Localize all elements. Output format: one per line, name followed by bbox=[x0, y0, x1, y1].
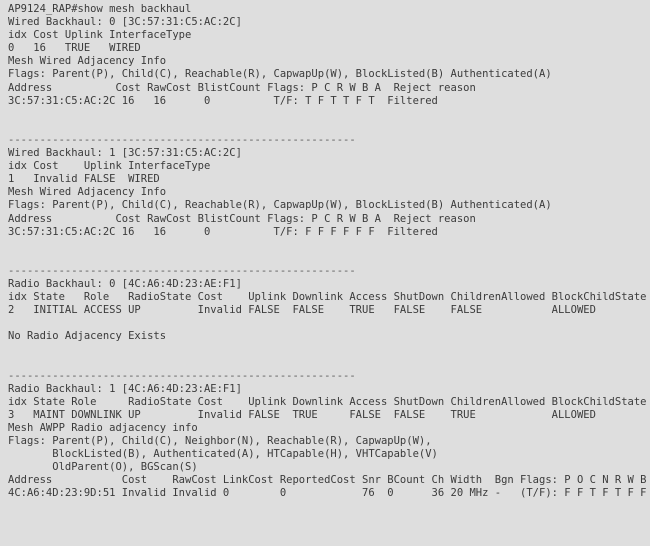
terminal-line: Mesh Wired Adjacency Info bbox=[8, 186, 167, 199]
terminal-line: 3C:57:31:C5:AC:2C 16 16 0 T/F: F F F F F… bbox=[8, 225, 438, 238]
terminal-line: Mesh AWPP Radio adjacency info bbox=[8, 422, 198, 434]
terminal-separator: ----------------------------------------… bbox=[8, 369, 356, 382]
terminal-line: 3 MAINT DOWNLINK UP Invalid FALSE TRUE F… bbox=[8, 408, 650, 421]
terminal-line: Flags: Parent(P), Child(C), Neighbor(N),… bbox=[8, 435, 432, 448]
terminal-line: idx Cost Uplink InterfaceType bbox=[8, 160, 211, 173]
terminal-line: idx Cost Uplink InterfaceType bbox=[8, 29, 192, 42]
terminal-line: OldParent(O), BGScan(S) bbox=[8, 461, 198, 474]
terminal-separator: ----------------------------------------… bbox=[8, 133, 356, 146]
terminal-line: Radio Backhaul: 0 [4C:A6:4D:23:AE:F1] bbox=[8, 277, 242, 290]
terminal-output[interactable]: AP9124_RAP#show mesh backhaul Wired Backh… bbox=[0, 0, 650, 546]
terminal-line: Wired Backhaul: 0 [3C:57:31:C5:AC:2C] bbox=[8, 16, 242, 29]
terminal-line: 0 16 TRUE WIRED bbox=[8, 42, 141, 55]
terminal-line: Mesh Wired Adjacency Info bbox=[8, 55, 167, 68]
terminal-line: 1 Invalid FALSE WIRED bbox=[8, 173, 160, 186]
terminal-line: 4C:A6:4D:23:9D:51 Invalid Invalid 0 0 76… bbox=[8, 487, 650, 500]
terminal-line: 3C:57:31:C5:AC:2C 16 16 0 T/F: T F T T F… bbox=[8, 94, 438, 107]
terminal-prompt-line: AP9124_RAP#show mesh backhaul bbox=[8, 3, 192, 15]
terminal-line: Address Cost RawCost BlistCount Flags: P… bbox=[8, 212, 476, 225]
terminal-line: Wired Backhaul: 1 [3C:57:31:C5:AC:2C] bbox=[8, 147, 242, 160]
terminal-line: Address Cost RawCost BlistCount Flags: P… bbox=[8, 81, 476, 94]
terminal-line: No Radio Adjacency Exists bbox=[8, 330, 167, 343]
terminal-line: idx State Role RadioState Cost Uplink Do… bbox=[8, 395, 647, 408]
terminal-line: Address Cost RawCost LinkCost ReportedCo… bbox=[8, 474, 647, 487]
terminal-separator: ----------------------------------------… bbox=[8, 264, 356, 277]
terminal-line: Flags: Parent(P), Child(C), Reachable(R)… bbox=[8, 199, 552, 212]
terminal-line: 2 INITIAL ACCESS UP Invalid FALSE FALSE … bbox=[8, 304, 650, 317]
terminal-line: Flags: Parent(P), Child(C), Reachable(R)… bbox=[8, 68, 552, 81]
terminal-line: Radio Backhaul: 1 [4C:A6:4D:23:AE:F1] bbox=[8, 382, 242, 395]
terminal-line: BlockListed(B), Authenticated(A), HTCapa… bbox=[8, 448, 438, 461]
terminal-line: idx State Role RadioState Cost Uplink Do… bbox=[8, 291, 647, 304]
